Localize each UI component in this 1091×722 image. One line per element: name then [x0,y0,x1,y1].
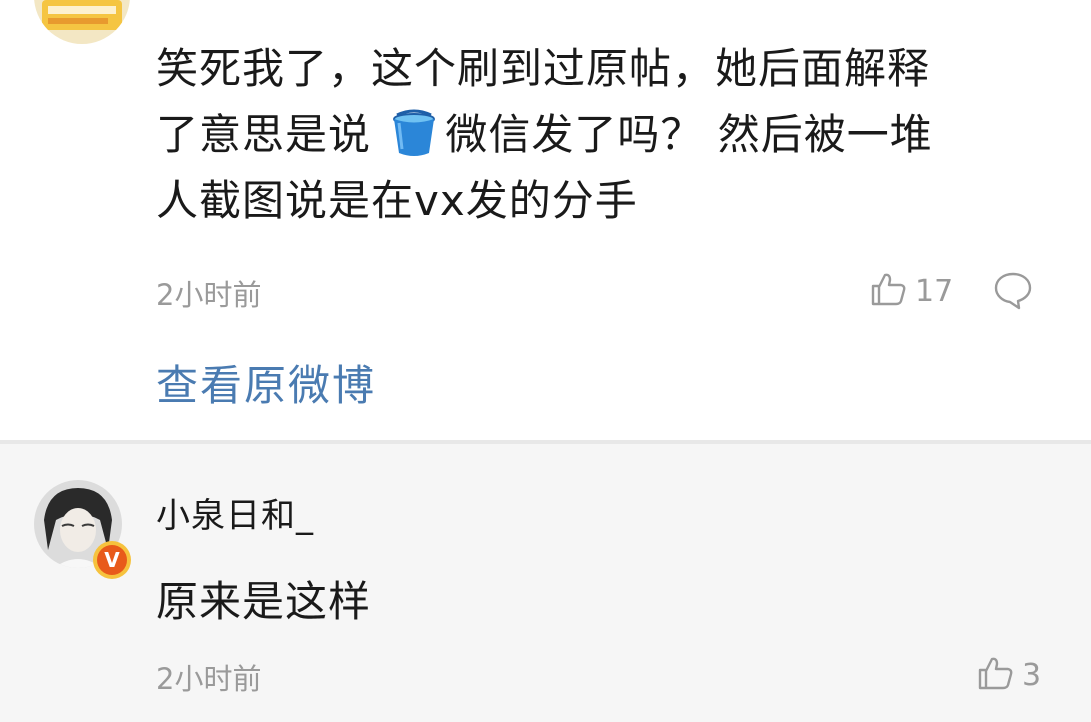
comment-line-2-end: 微信发了吗？ 然后被一堆 [445,110,933,159]
thumbs-up-icon [869,270,907,312]
reply-timestamp: 2小时前 [156,662,262,696]
thumbs-up-icon [976,654,1014,696]
comment-line-2-start: 了意思是说 [156,110,386,159]
comment-line-2: 了意思是说 微信发了吗？ 然后被一堆 [156,102,1056,168]
verified-badge-icon: V [92,540,132,580]
reply-meta: 2小时前 3 [156,652,1046,698]
comment-thread: 笑死我了，这个刷到过原帖，她后面解释 了意思是说 微信发了吗？ 然后被一堆 人截… [0,0,1091,722]
comment-bubble-icon[interactable] [993,270,1033,310]
comment-text: 笑死我了，这个刷到过原帖，她后面解释 了意思是说 微信发了吗？ 然后被一堆 人截… [156,36,1056,234]
reply-like-count: 3 [1022,657,1042,693]
like-button[interactable]: 17 [869,268,953,314]
comment-line-1: 笑死我了，这个刷到过原帖，她后面解释 [156,44,931,93]
reply-username[interactable]: 小泉日和_ [156,488,314,537]
reply-like-button[interactable]: 3 [976,652,1041,698]
like-count: 17 [915,273,954,309]
comment-timestamp: 2小时前 [156,278,262,312]
reply-text: 原来是这样 [156,577,372,626]
reply-card: V 小泉日和_ 原来是这样 2小时前 3 [0,444,1091,722]
comment-line-3: 人截图说是在vx发的分手 [156,176,638,225]
comment-card: 笑死我了，这个刷到过原帖，她后面解释 了意思是说 微信发了吗？ 然后被一堆 人截… [0,0,1091,442]
view-original-weibo-link[interactable]: 查看原微博 [156,352,376,413]
avatar[interactable] [34,0,130,44]
bucket-icon [389,109,439,157]
comment-meta: 2小时前 17 [156,268,1036,314]
verified-badge-letter: V [104,548,120,572]
